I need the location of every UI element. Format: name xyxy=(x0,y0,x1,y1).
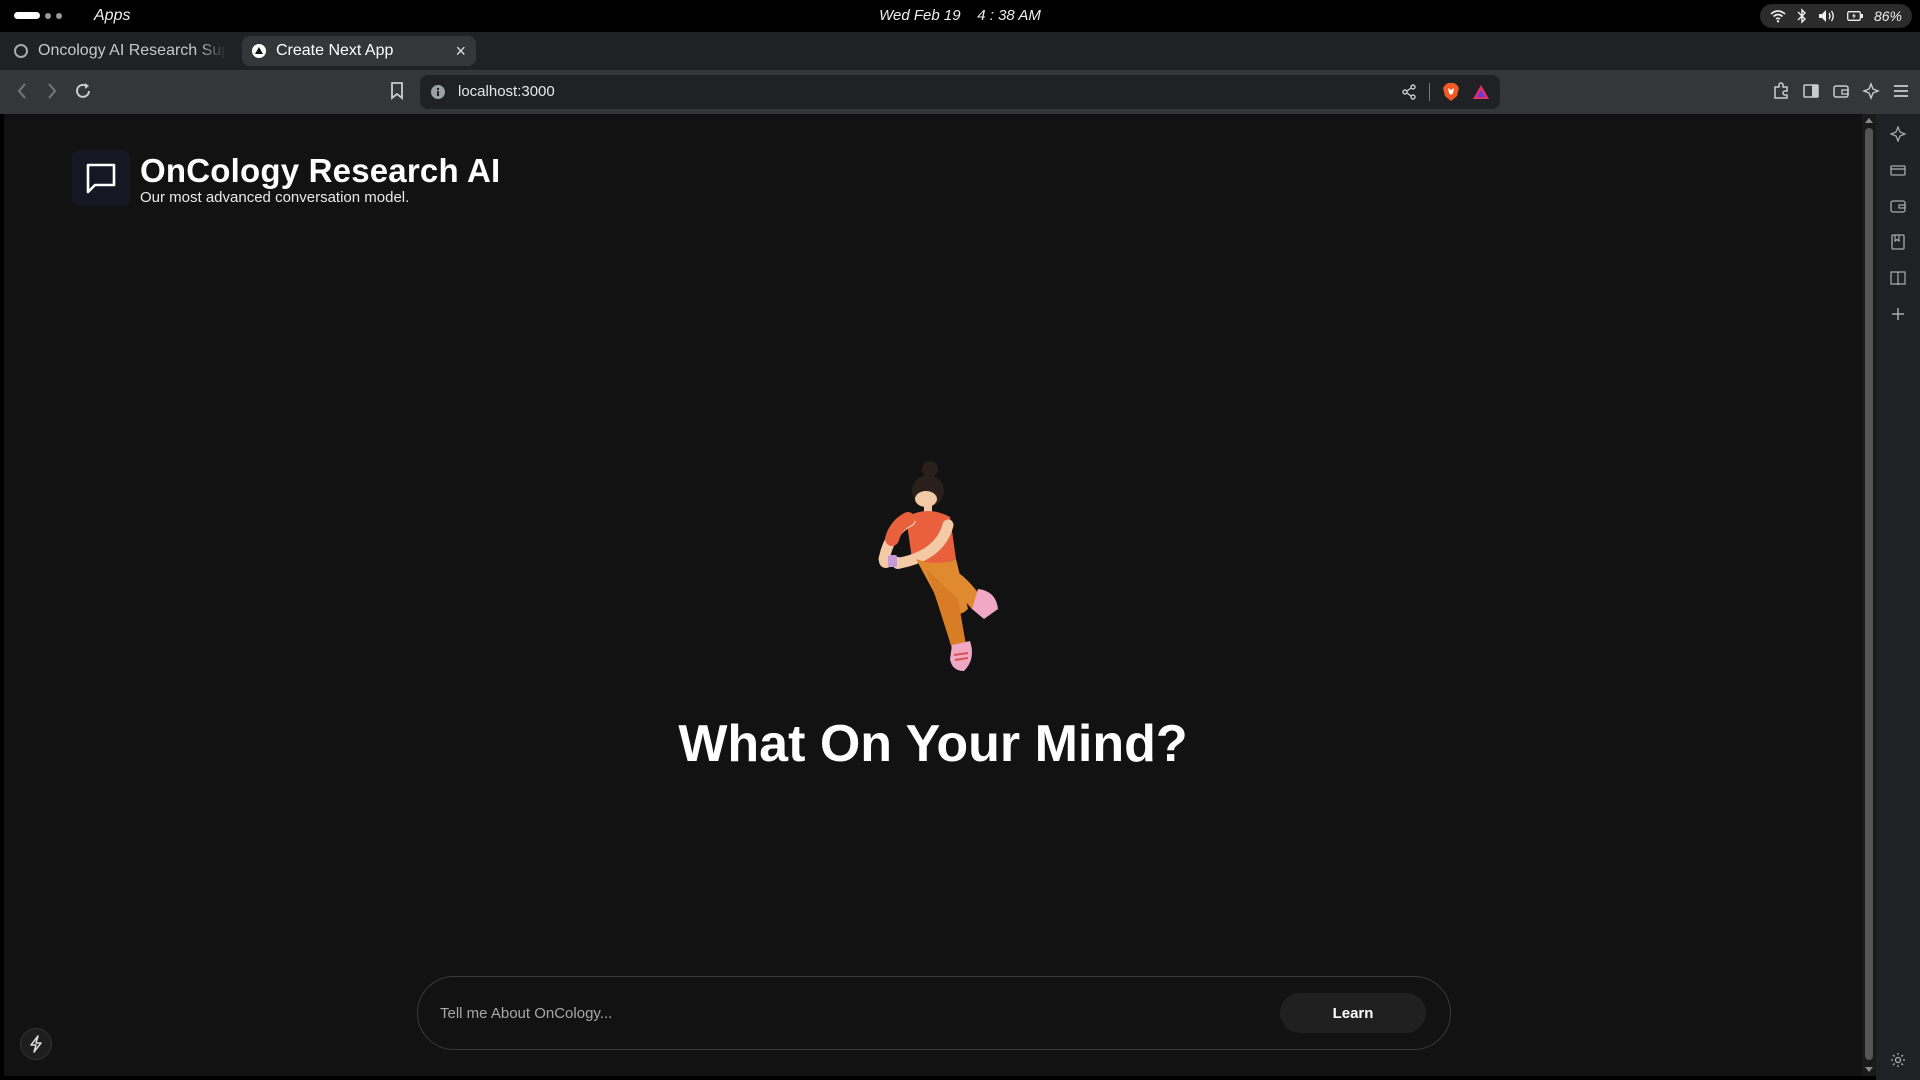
floating-person-illustration xyxy=(878,461,998,671)
browser-tab-strip: Oncology AI Research Supp Create Next Ap… xyxy=(0,32,1920,96)
globe-favicon-icon xyxy=(14,44,28,58)
page-scrollbar[interactable] xyxy=(1862,114,1876,1076)
volume-icon xyxy=(1818,10,1834,22)
address-bar[interactable]: localhost:3000 xyxy=(420,75,1500,109)
reading-list-sidebar-icon[interactable] xyxy=(1890,270,1906,286)
reload-icon[interactable] xyxy=(74,82,92,100)
wallet-sidebar-icon[interactable] xyxy=(1890,198,1906,214)
back-icon[interactable] xyxy=(16,82,28,100)
bluetooth-icon xyxy=(1797,8,1806,24)
web-page: OnCology Research AI Our most advanced c… xyxy=(4,114,1862,1076)
battery-percentage: 86% xyxy=(1873,8,1902,24)
brave-rewards-icon[interactable] xyxy=(1472,84,1490,100)
next-dev-tools-button[interactable] xyxy=(20,1028,52,1060)
system-tray[interactable]: 86% xyxy=(1759,4,1912,28)
system-top-bar: Apps Wed Feb 19 4 : 38 AM 86% xyxy=(0,0,1920,32)
browser-toolbar: localhost:3000 xyxy=(0,70,1920,114)
lightning-bolt-icon xyxy=(30,1035,42,1053)
workspace-indicator xyxy=(45,12,51,19)
leo-ai-sidebar-icon[interactable] xyxy=(1890,126,1906,142)
close-tab-icon[interactable]: × xyxy=(455,41,466,62)
url-text: localhost:3000 xyxy=(458,83,555,100)
battery-icon xyxy=(1847,11,1863,21)
sidebar-toggle-icon[interactable] xyxy=(1802,82,1820,100)
tab-create-next-app[interactable]: Create Next App × xyxy=(242,36,476,66)
scroll-thumb[interactable] xyxy=(1865,128,1873,1060)
tab-title: Create Next App xyxy=(276,42,394,59)
sidebar-settings-gear-icon[interactable] xyxy=(1890,1052,1906,1068)
chat-input[interactable] xyxy=(440,995,1270,1031)
apps-menu[interactable]: Apps xyxy=(94,7,130,25)
triangle-favicon-icon xyxy=(252,44,266,58)
workspace-active-indicator xyxy=(14,12,40,19)
extension-icons xyxy=(1772,82,1910,100)
bookmarks-sidebar-icon[interactable] xyxy=(1890,234,1906,250)
extensions-puzzle-icon[interactable] xyxy=(1772,82,1790,100)
add-sidebar-item-icon[interactable] xyxy=(1890,306,1906,322)
tab-title: Oncology AI Research Supp xyxy=(38,42,226,59)
workspace-indicator xyxy=(56,12,62,19)
bookmark-icon[interactable] xyxy=(390,82,404,100)
scroll-up-arrow-icon[interactable] xyxy=(1865,118,1873,123)
browser-sidebar xyxy=(1876,114,1920,1080)
wifi-icon xyxy=(1770,10,1786,23)
menu-icon[interactable] xyxy=(1892,82,1910,100)
wallet-icon[interactable] xyxy=(1832,82,1850,100)
share-icon[interactable] xyxy=(1401,84,1417,100)
tab-oncology-ai[interactable]: Oncology AI Research Supp xyxy=(4,36,236,66)
site-info-icon[interactable] xyxy=(430,84,446,100)
clock[interactable]: Wed Feb 19 4 : 38 AM xyxy=(879,7,1041,24)
omnibox-divider xyxy=(1429,83,1430,101)
app-subtitle: Our most advanced conversation model. xyxy=(140,189,410,206)
hero-heading: What On Your Mind? xyxy=(678,715,1188,773)
chat-input-bar: Learn xyxy=(417,976,1451,1050)
chat-bubble-icon xyxy=(86,163,116,194)
app-logo xyxy=(72,150,130,206)
leo-ai-icon[interactable] xyxy=(1862,82,1880,100)
brave-shields-icon[interactable] xyxy=(1442,82,1460,102)
scroll-down-arrow-icon[interactable] xyxy=(1865,1067,1873,1072)
activities-indicator[interactable] xyxy=(14,12,62,19)
rewards-sidebar-icon[interactable] xyxy=(1890,162,1906,178)
learn-button[interactable]: Learn xyxy=(1280,993,1426,1033)
app-title: OnCology Research AI xyxy=(140,152,501,189)
forward-icon[interactable] xyxy=(46,82,58,100)
